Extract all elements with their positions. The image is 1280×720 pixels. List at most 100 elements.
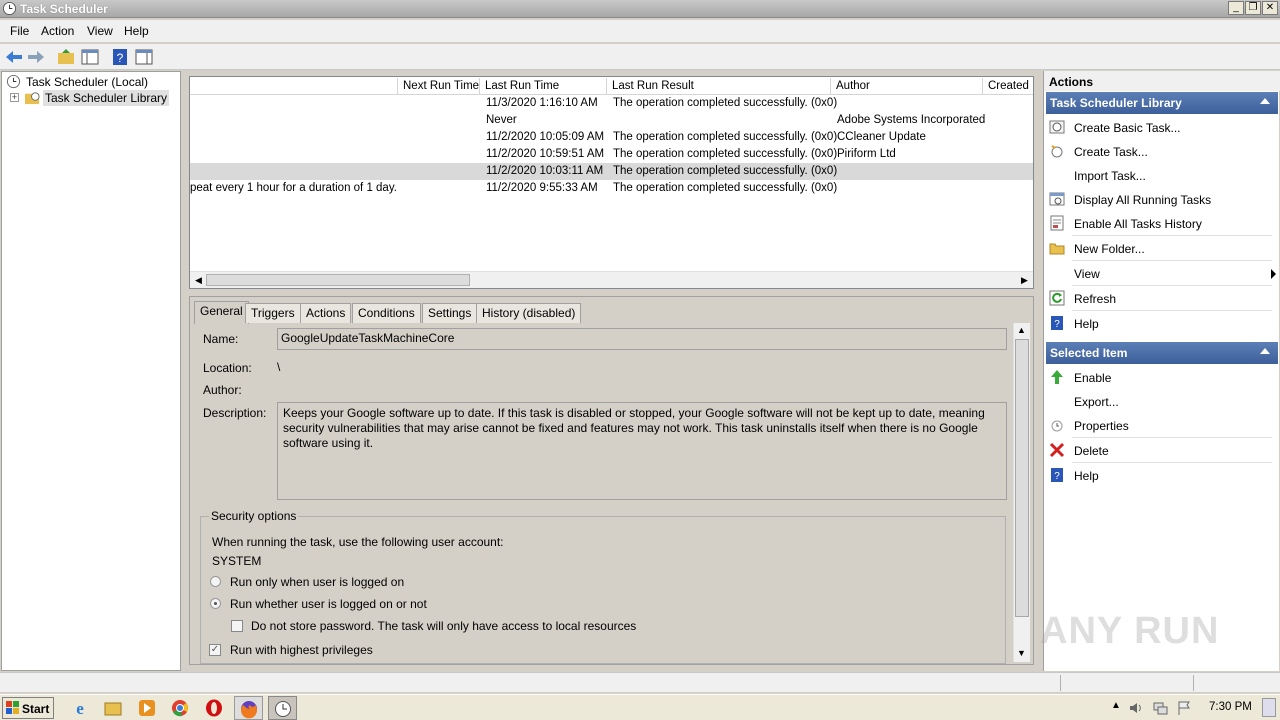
- restore-button[interactable]: ❐: [1245, 1, 1261, 15]
- collapse-icon[interactable]: [1260, 348, 1270, 354]
- tab-settings[interactable]: Settings: [422, 303, 478, 323]
- action-help-selected[interactable]: ? Help: [1048, 464, 1276, 488]
- tab-conditions[interactable]: Conditions: [352, 303, 421, 323]
- table-row[interactable]: 11/2/2020 10:59:51 AM The operation comp…: [190, 146, 1033, 163]
- collapse-icon[interactable]: [1260, 98, 1270, 104]
- separator: [1072, 260, 1272, 261]
- scroll-down-arrow-icon[interactable]: ▼: [1014, 646, 1029, 661]
- up-folder-icon[interactable]: [56, 47, 76, 67]
- table-row[interactable]: Never Adobe Systems Incorporated: [190, 112, 1033, 129]
- back-arrow-icon[interactable]: [4, 47, 24, 67]
- internet-explorer-icon[interactable]: e: [70, 698, 90, 718]
- scroll-left-arrow-icon[interactable]: ◀: [191, 273, 206, 288]
- refresh-icon: [1049, 290, 1065, 306]
- console-tree: Task Scheduler (Local) + Task Scheduler …: [1, 71, 181, 671]
- name-field[interactable]: GoogleUpdateTaskMachineCore: [277, 328, 1007, 350]
- forward-arrow-icon[interactable]: [26, 47, 46, 67]
- section-header-selected-item[interactable]: Selected Item: [1046, 342, 1278, 364]
- action-enable[interactable]: Enable: [1048, 366, 1276, 390]
- highest-privileges-label: Run with highest privileges: [230, 643, 373, 657]
- description-field[interactable]: Keeps your Google software up to date. I…: [277, 402, 1007, 500]
- table-row-selected[interactable]: 11/2/2020 10:03:11 AM The operation comp…: [190, 163, 1033, 180]
- action-refresh[interactable]: Refresh: [1048, 287, 1276, 311]
- tab-general[interactable]: General: [194, 301, 249, 324]
- opera-icon[interactable]: [204, 698, 224, 718]
- column-header-result[interactable]: Last Run Result: [607, 78, 831, 95]
- column-header-last-run[interactable]: Last Run Time: [480, 78, 607, 95]
- show-hide-tree-icon[interactable]: [80, 47, 100, 67]
- column-header-trigger[interactable]: [190, 78, 398, 95]
- show-hide-action-pane-icon[interactable]: [134, 47, 154, 67]
- do-not-store-password-checkbox[interactable]: [231, 620, 243, 632]
- radio-run-whether-label: Run whether user is logged on or not: [230, 597, 427, 611]
- status-bar: [0, 672, 1280, 692]
- section-header-library[interactable]: Task Scheduler Library: [1046, 92, 1278, 114]
- radio-run-whether[interactable]: [210, 598, 221, 609]
- table-row[interactable]: 11/3/2020 1:16:10 AM The operation compl…: [190, 95, 1033, 112]
- network-icon[interactable]: [1152, 700, 1168, 716]
- highest-privileges-checkbox[interactable]: ✓: [209, 644, 221, 656]
- menu-help[interactable]: Help: [124, 24, 149, 38]
- vertical-scrollbar[interactable]: ▲ ▼: [1013, 323, 1030, 662]
- section-header-selected-label: Selected Item: [1050, 346, 1128, 360]
- scroll-right-arrow-icon[interactable]: ▶: [1017, 273, 1032, 288]
- tree-root[interactable]: Task Scheduler (Local): [26, 75, 148, 89]
- action-create-basic-task[interactable]: Create Basic Task...: [1048, 116, 1276, 140]
- action-export[interactable]: Export...: [1048, 390, 1276, 414]
- help-icon: ?: [1051, 316, 1063, 330]
- horizontal-scrollbar[interactable]: ◀ ▶: [190, 271, 1033, 288]
- menu-file[interactable]: File: [10, 24, 29, 38]
- action-display-running-tasks[interactable]: Display All Running Tasks: [1048, 188, 1276, 212]
- minimize-button[interactable]: _: [1228, 1, 1244, 15]
- tab-actions[interactable]: Actions: [300, 303, 352, 323]
- description-label: Description:: [203, 406, 267, 420]
- security-options-title: Security options: [209, 509, 299, 523]
- column-header-created[interactable]: Created: [983, 78, 1033, 95]
- help-icon[interactable]: ?: [110, 47, 130, 67]
- tree-item-library[interactable]: Task Scheduler Library: [43, 90, 170, 106]
- action-create-task[interactable]: Create Task...: [1048, 140, 1276, 164]
- watermark-logo: ANY RUN: [1040, 610, 1220, 652]
- expand-icon[interactable]: +: [10, 93, 19, 102]
- tab-history[interactable]: History (disabled): [476, 303, 582, 323]
- speaker-icon[interactable]: [1128, 700, 1144, 716]
- create-basic-task-icon: [1049, 120, 1065, 134]
- location-label: Location:: [203, 361, 252, 375]
- column-header-next-run[interactable]: Next Run Time: [398, 78, 480, 95]
- file-explorer-icon[interactable]: [103, 698, 123, 718]
- clock-icon: [2, 1, 17, 16]
- taskbar: Start e ▲ 7:30 PM: [0, 694, 1280, 720]
- action-view[interactable]: View: [1048, 262, 1276, 286]
- action-enable-history[interactable]: Enable All Tasks History: [1048, 212, 1276, 236]
- tab-triggers[interactable]: Triggers: [245, 303, 301, 323]
- start-button[interactable]: Start: [2, 697, 54, 719]
- table-row[interactable]: 11/2/2020 10:05:09 AM The operation comp…: [190, 129, 1033, 146]
- chrome-icon[interactable]: [170, 698, 190, 718]
- action-import-task[interactable]: Import Task...: [1048, 164, 1276, 188]
- taskbar-task-scheduler-button[interactable]: [268, 696, 297, 720]
- clock-time[interactable]: 7:30 PM: [1209, 701, 1252, 713]
- action-center-flag-icon[interactable]: [1176, 700, 1192, 716]
- action-properties[interactable]: Properties: [1048, 414, 1276, 438]
- media-player-icon[interactable]: [137, 698, 157, 718]
- action-delete[interactable]: Delete: [1048, 439, 1276, 463]
- scrollbar-thumb[interactable]: [206, 274, 470, 286]
- action-help[interactable]: ? Help: [1048, 312, 1276, 336]
- column-header-author[interactable]: Author: [831, 78, 983, 95]
- separator: [1072, 285, 1272, 286]
- status-divider: [1060, 675, 1061, 691]
- menu-view[interactable]: View: [87, 24, 113, 38]
- menu-action[interactable]: Action: [41, 24, 74, 38]
- show-hidden-icons-icon[interactable]: ▲: [1111, 700, 1121, 711]
- account-value: SYSTEM: [212, 554, 262, 568]
- properties-clock-icon: [1051, 420, 1063, 432]
- scrollbar-thumb[interactable]: [1015, 339, 1029, 617]
- action-new-folder[interactable]: New Folder...: [1048, 237, 1276, 261]
- show-desktop-button[interactable]: [1262, 698, 1276, 717]
- taskbar-firefox-button[interactable]: [234, 696, 263, 720]
- create-task-icon: [1051, 145, 1063, 158]
- table-row[interactable]: peat every 1 hour for a duration of 1 da…: [190, 180, 1033, 197]
- close-button[interactable]: ✕: [1262, 1, 1278, 15]
- scroll-up-arrow-icon[interactable]: ▲: [1014, 323, 1029, 338]
- radio-run-logged-on[interactable]: [210, 576, 221, 587]
